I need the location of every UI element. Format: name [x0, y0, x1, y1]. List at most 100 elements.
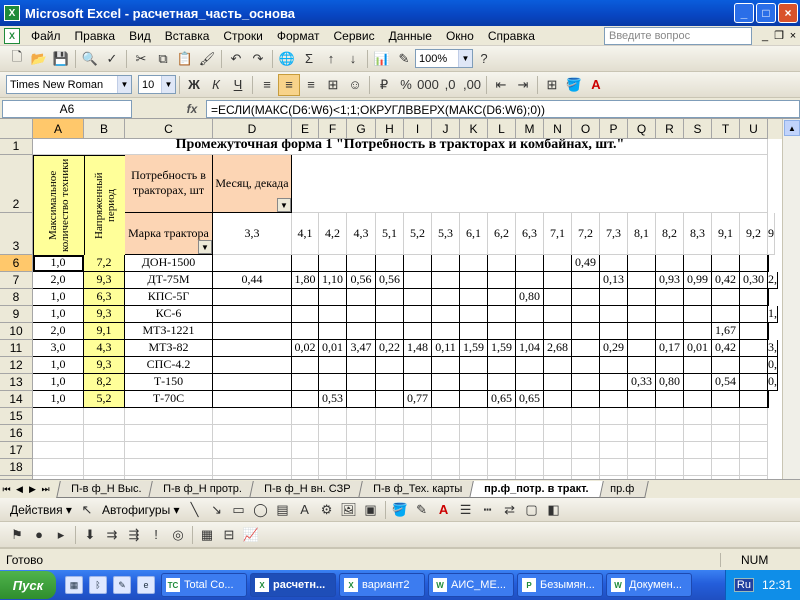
value-cell[interactable] — [213, 357, 292, 374]
value-cell[interactable] — [292, 255, 319, 272]
column-header[interactable]: L — [488, 119, 516, 139]
column-header[interactable]: U — [740, 119, 768, 139]
value-cell[interactable] — [628, 255, 656, 272]
empty-cell[interactable] — [600, 425, 628, 442]
value-cell[interactable] — [600, 255, 628, 272]
max-count-cell[interactable]: 1,0 — [33, 357, 84, 374]
value-cell[interactable] — [768, 323, 769, 340]
row-header[interactable]: 2 — [0, 155, 33, 213]
select-objects-icon[interactable]: ↖ — [76, 499, 98, 521]
menu-item[interactable]: Формат — [270, 29, 327, 43]
empty-cell[interactable] — [319, 408, 347, 425]
empty-cell[interactable] — [319, 442, 347, 459]
undo-icon[interactable]: ↶ — [225, 48, 247, 70]
align-center-icon[interactable]: ≡ — [278, 73, 300, 96]
value-cell[interactable] — [347, 357, 376, 374]
max-count-cell[interactable]: 1,0 — [33, 374, 84, 391]
empty-cell[interactable] — [712, 408, 740, 425]
value-cell[interactable] — [376, 391, 404, 408]
empty-cell[interactable] — [572, 459, 600, 476]
menu-item[interactable]: Файл — [24, 29, 68, 43]
value-cell[interactable] — [432, 289, 460, 306]
empty-cell[interactable] — [656, 408, 684, 425]
row-header[interactable]: 13 — [0, 374, 33, 391]
empty-cell[interactable] — [600, 408, 628, 425]
copy-icon[interactable]: ⧉ — [152, 48, 174, 70]
row-header[interactable]: 3 — [0, 213, 33, 255]
value-cell[interactable]: 0,13 — [600, 272, 628, 289]
tools-icon[interactable]: ✎ — [113, 576, 131, 594]
merge-center-icon[interactable]: ⊞ — [322, 74, 344, 96]
decade-header[interactable]: 5,2 — [404, 213, 432, 255]
sheet-tab[interactable]: П-в ф_Н вн. СЗР — [249, 480, 366, 498]
circle-invalid-icon[interactable]: ◎ — [167, 524, 189, 546]
value-cell[interactable]: 3, — [768, 340, 778, 357]
shadow-icon[interactable]: ▢ — [521, 499, 543, 521]
value-cell[interactable] — [376, 357, 404, 374]
value-cell[interactable] — [319, 255, 347, 272]
empty-cell[interactable] — [600, 459, 628, 476]
decade-header[interactable]: 7,2 — [572, 213, 600, 255]
empty-cell[interactable] — [125, 459, 213, 476]
value-cell[interactable]: 0,11 — [432, 340, 460, 357]
paste-icon[interactable]: 📋 — [174, 48, 196, 70]
empty-cell[interactable] — [33, 442, 84, 459]
fx-icon[interactable]: fx — [178, 102, 206, 116]
value-cell[interactable]: 0,22 — [376, 340, 404, 357]
empty-cell[interactable] — [125, 408, 213, 425]
value-cell[interactable] — [404, 374, 432, 391]
value-cell[interactable]: 0,30 — [740, 272, 768, 289]
peak-period-cell[interactable]: 5,2 — [84, 391, 125, 408]
empty-cell[interactable] — [376, 408, 404, 425]
max-count-cell[interactable]: 1,0 — [33, 391, 84, 408]
new-icon[interactable]: 🗋 — [6, 48, 28, 70]
column-header[interactable]: H — [376, 119, 404, 139]
value-cell[interactable] — [544, 255, 572, 272]
empty-cell[interactable] — [488, 459, 516, 476]
chevron-down-icon[interactable]: ▼ — [161, 76, 175, 93]
value-cell[interactable] — [740, 374, 768, 391]
empty-cell[interactable] — [319, 459, 347, 476]
value-cell[interactable] — [213, 323, 292, 340]
value-cell[interactable] — [544, 306, 572, 323]
bullet-icon[interactable]: ● — [28, 524, 50, 546]
first-sheet-icon[interactable]: ⏮ — [0, 484, 13, 495]
doc-restore-button[interactable]: ❐ — [772, 29, 786, 42]
fill-color-icon[interactable]: 🪣 — [563, 74, 585, 96]
value-cell[interactable] — [319, 323, 347, 340]
value-cell[interactable] — [600, 306, 628, 323]
peak-period-cell[interactable]: 6,3 — [84, 289, 125, 306]
menu-item[interactable]: Сервис — [327, 29, 382, 43]
value-cell[interactable] — [768, 289, 769, 306]
value-cell[interactable] — [684, 374, 712, 391]
taskbar-button[interactable]: W АИС_МЕ... — [428, 573, 514, 597]
empty-cell[interactable] — [656, 459, 684, 476]
column-header[interactable]: S — [684, 119, 712, 139]
empty-cell[interactable] — [347, 425, 376, 442]
empty-cell[interactable] — [628, 408, 656, 425]
value-cell[interactable]: 0,29 — [600, 340, 628, 357]
header-need[interactable]: Потребность в тракторах, шт — [125, 155, 213, 213]
value-cell[interactable] — [628, 357, 656, 374]
column-header[interactable]: P — [600, 119, 628, 139]
empty-cell[interactable] — [347, 442, 376, 459]
value-cell[interactable] — [213, 340, 292, 357]
empty-cell[interactable] — [488, 408, 516, 425]
header-peak-period[interactable]: Напряженный период — [84, 155, 125, 255]
font-color-icon[interactable]: A — [433, 499, 455, 521]
value-cell[interactable] — [488, 374, 516, 391]
value-cell[interactable] — [460, 374, 488, 391]
row-header[interactable]: 15 — [0, 408, 33, 425]
font-select[interactable]: Times New Roman ▼ — [6, 75, 132, 94]
select-all-corner[interactable] — [0, 119, 33, 139]
cut-icon[interactable]: ✂ — [130, 48, 152, 70]
value-cell[interactable]: 0,80 — [656, 374, 684, 391]
underline-icon[interactable]: Ч — [227, 74, 249, 96]
value-cell[interactable] — [213, 255, 292, 272]
3d-icon[interactable]: ◧ — [543, 499, 565, 521]
last-sheet-icon[interactable]: ⏭ — [39, 484, 52, 495]
sort-desc-icon[interactable]: ↓ — [342, 48, 364, 70]
value-cell[interactable] — [572, 289, 600, 306]
taskbar-button[interactable]: W Докумен... — [606, 573, 692, 597]
evaluate-icon[interactable]: ⊟ — [218, 524, 240, 546]
